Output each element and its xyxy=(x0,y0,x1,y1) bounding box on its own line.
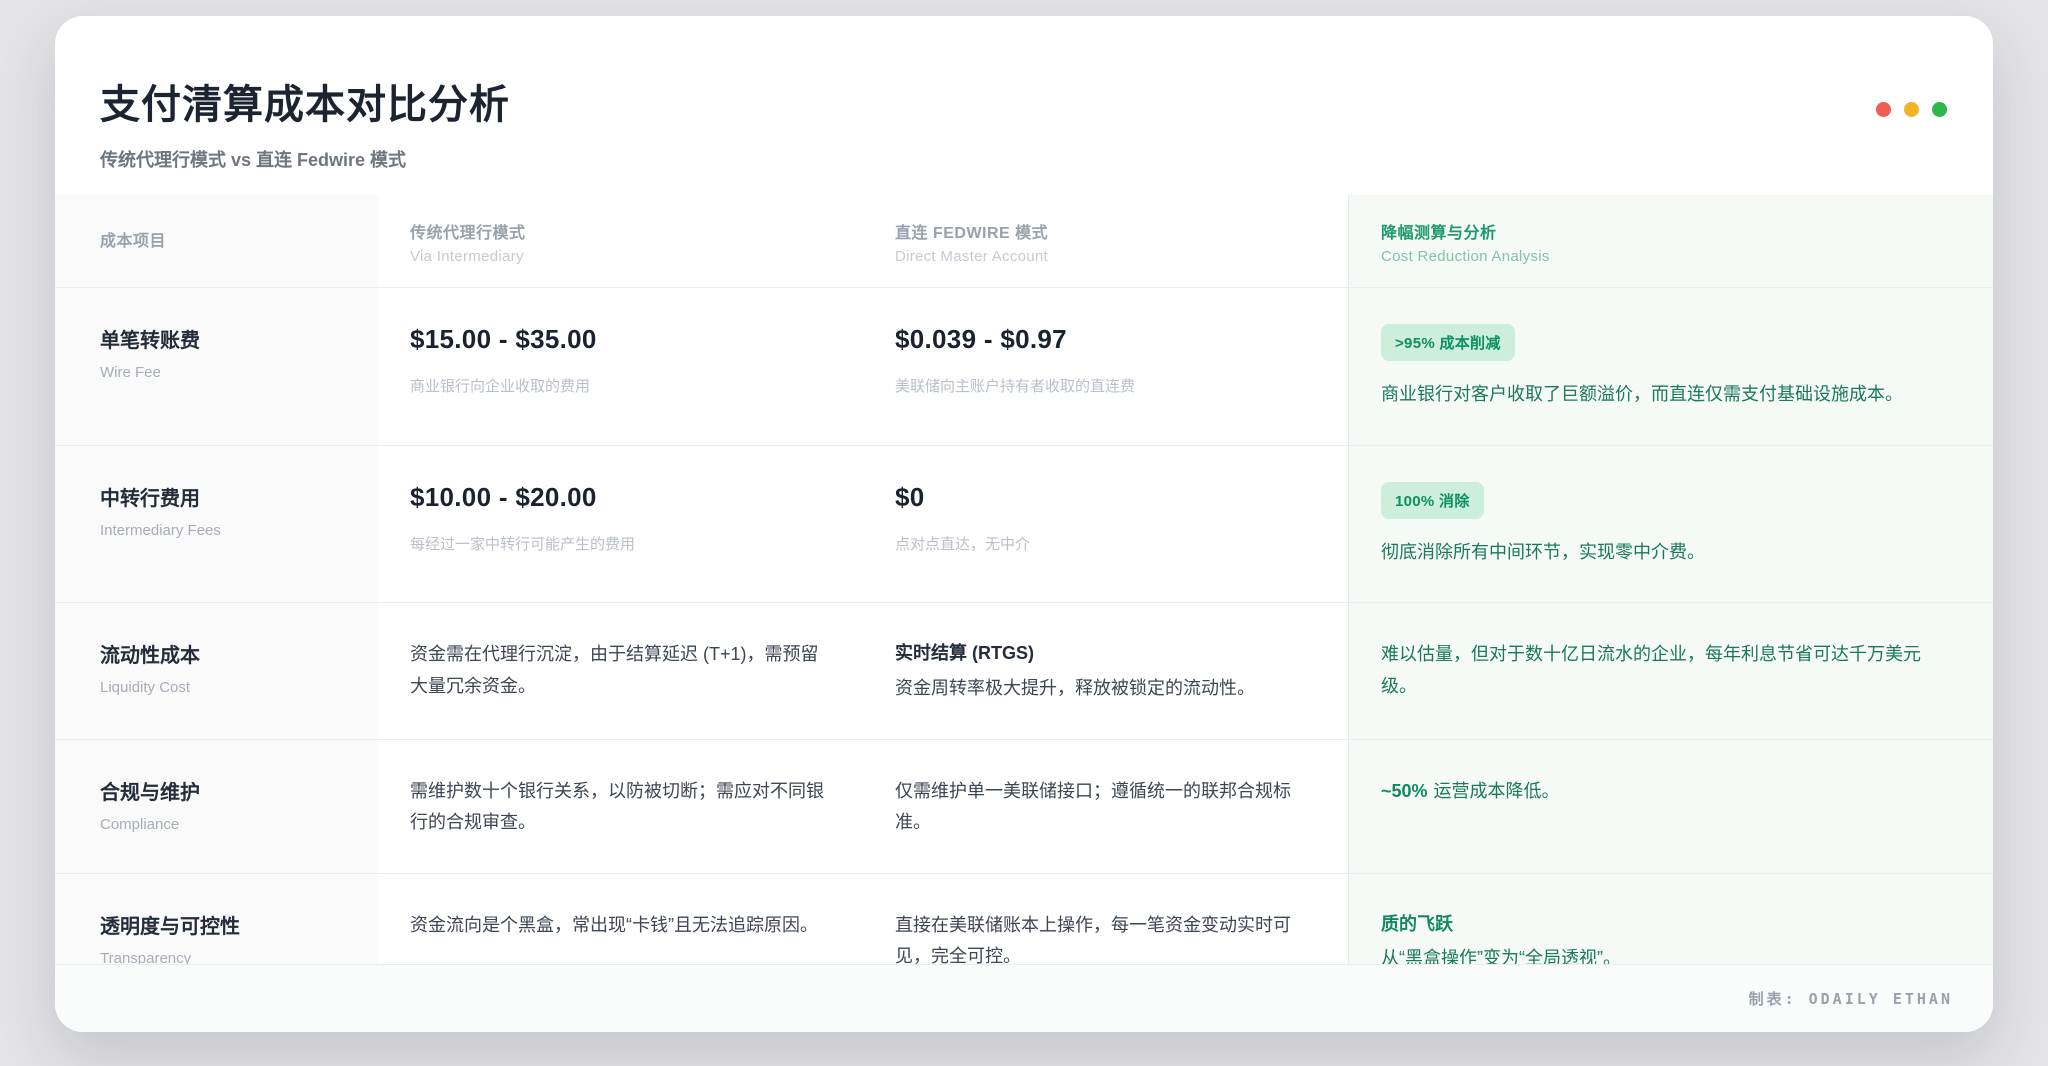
comparison-table: 成本项目 传统代理行模式 Via Intermediary 直连 FEDWIRE… xyxy=(55,195,1993,1009)
row-label-cell: 中转行费用 Intermediary Fees xyxy=(55,446,378,603)
row-sublabel: Liquidity Cost xyxy=(100,679,354,696)
row-label: 合规与维护 xyxy=(100,776,354,805)
row-sublabel: Compliance xyxy=(100,816,354,833)
analysis-cell: 100% 消除 彻底消除所有中间环节，实现零中介费。 xyxy=(1348,446,1993,603)
card-header: 支付清算成本对比分析 传统代理行模式 vs 直连 Fedwire 模式 xyxy=(55,16,1993,195)
column-header-sublabel: Via Intermediary xyxy=(410,248,831,265)
close-icon[interactable] xyxy=(1876,102,1891,117)
analysis-cell: 难以估量，但对于数十亿日流水的企业，每年利息节省可达千万美元级。 xyxy=(1348,603,1993,739)
cost-value: $10.00 - $20.00 xyxy=(410,482,831,513)
reduction-badge: 100% 消除 xyxy=(1381,482,1484,519)
cell-text: 资金流向是个黑盒，常出现“卡钱”且无法追踪原因。 xyxy=(410,910,831,942)
table-row: 中转行费用 Intermediary Fees $10.00 - $20.00 … xyxy=(55,446,1993,604)
analysis-cell: >95% 成本削减 商业银行对客户收取了巨额溢价，而直连仅需支付基础设施成本。 xyxy=(1348,288,1993,445)
row-sublabel: Wire Fee xyxy=(100,364,354,381)
credit-text: 制表: ODAILY ETHAN xyxy=(1749,988,1953,1009)
table-row: 合规与维护 Compliance 需维护数十个银行关系，以防被切断；需应对不同银… xyxy=(55,740,1993,874)
direct-cell: $0 点对点直达，无中介 xyxy=(863,446,1348,603)
row-label-cell: 合规与维护 Compliance xyxy=(55,740,378,873)
row-label-cell: 流动性成本 Liquidity Cost xyxy=(55,603,378,739)
analysis-text: ~50% 运营成本降低。 xyxy=(1381,776,1949,808)
column-header-sublabel: Cost Reduction Analysis xyxy=(1381,248,1949,265)
minimize-icon[interactable] xyxy=(1904,102,1919,117)
analysis-lead: ~50% xyxy=(1381,781,1428,801)
traditional-cell: $10.00 - $20.00 每经过一家中转行可能产生的费用 xyxy=(378,446,863,603)
column-header-item: 成本项目 xyxy=(55,195,378,287)
traditional-cell: 资金需在代理行沉淀，由于结算延迟 (T+1)，需预留大量冗余资金。 xyxy=(378,603,863,739)
direct-cell: 仅需维护单一美联储接口；遵循统一的联邦合规标准。 xyxy=(863,740,1348,873)
column-header-label: 直连 FEDWIRE 模式 xyxy=(895,219,1316,243)
direct-cell: 实时结算 (RTGS) 资金周转率极大提升，释放被锁定的流动性。 xyxy=(863,603,1348,739)
traditional-cell: 需维护数十个银行关系，以防被切断；需应对不同银行的合规审查。 xyxy=(378,740,863,873)
cost-description: 美联储向主账户持有者收取的直连费 xyxy=(895,375,1316,396)
row-label: 单笔转账费 xyxy=(100,324,354,353)
analysis-lead: 质的飞跃 xyxy=(1381,910,1949,936)
cost-value: $0.039 - $0.97 xyxy=(895,324,1316,355)
column-header-direct: 直连 FEDWIRE 模式 Direct Master Account xyxy=(863,195,1348,287)
cost-description: 商业银行向企业收取的费用 xyxy=(410,375,831,396)
window-controls xyxy=(1876,102,1947,117)
column-header-traditional: 传统代理行模式 Via Intermediary xyxy=(378,195,863,287)
column-header-sublabel: Direct Master Account xyxy=(895,248,1316,265)
column-header-label: 降幅测算与分析 xyxy=(1381,219,1949,243)
page-title: 支付清算成本对比分析 xyxy=(100,72,1945,130)
zoom-icon[interactable] xyxy=(1932,102,1947,117)
page-subtitle: 传统代理行模式 vs 直连 Fedwire 模式 xyxy=(100,146,1945,172)
row-label: 中转行费用 xyxy=(100,482,354,511)
table-header-row: 成本项目 传统代理行模式 Via Intermediary 直连 FEDWIRE… xyxy=(55,195,1993,288)
card-footer: 制表: ODAILY ETHAN xyxy=(55,964,1993,1032)
row-label: 流动性成本 xyxy=(100,639,354,668)
analysis-text-body: 运营成本降低。 xyxy=(1434,781,1560,801)
reduction-badge: >95% 成本削减 xyxy=(1381,324,1515,361)
analysis-cell: ~50% 运营成本降低。 xyxy=(1348,740,1993,873)
cell-text: 需维护数十个银行关系，以防被切断；需应对不同银行的合规审查。 xyxy=(410,776,831,839)
table-row: 流动性成本 Liquidity Cost 资金需在代理行沉淀，由于结算延迟 (T… xyxy=(55,603,1993,740)
traditional-cell: $15.00 - $35.00 商业银行向企业收取的费用 xyxy=(378,288,863,445)
cell-text: 资金需在代理行沉淀，由于结算延迟 (T+1)，需预留大量冗余资金。 xyxy=(410,639,831,702)
comparison-card: 支付清算成本对比分析 传统代理行模式 vs 直连 Fedwire 模式 成本项目… xyxy=(55,16,1993,1032)
cost-value: $15.00 - $35.00 xyxy=(410,324,831,355)
column-header-label: 传统代理行模式 xyxy=(410,219,831,243)
row-label: 透明度与可控性 xyxy=(100,910,354,939)
row-sublabel: Intermediary Fees xyxy=(100,522,354,539)
analysis-text: 彻底消除所有中间环节，实现零中介费。 xyxy=(1381,537,1949,569)
cost-description: 每经过一家中转行可能产生的费用 xyxy=(410,533,831,554)
column-header-analysis: 降幅测算与分析 Cost Reduction Analysis xyxy=(1348,195,1993,287)
direct-cell: $0.039 - $0.97 美联储向主账户持有者收取的直连费 xyxy=(863,288,1348,445)
cost-value: $0 xyxy=(895,482,1316,513)
cell-lead: 实时结算 (RTGS) xyxy=(895,639,1316,665)
analysis-text: 难以估量，但对于数十亿日流水的企业，每年利息节省可达千万美元级。 xyxy=(1381,639,1949,702)
cost-description: 点对点直达，无中介 xyxy=(895,533,1316,554)
column-header-label: 成本项目 xyxy=(100,227,354,251)
row-label-cell: 单笔转账费 Wire Fee xyxy=(55,288,378,445)
analysis-text: 商业银行对客户收取了巨额溢价，而直连仅需支付基础设施成本。 xyxy=(1381,379,1949,411)
table-row: 单笔转账费 Wire Fee $15.00 - $35.00 商业银行向企业收取… xyxy=(55,288,1993,446)
cell-text: 仅需维护单一美联储接口；遵循统一的联邦合规标准。 xyxy=(895,776,1316,839)
cell-text: 资金周转率极大提升，释放被锁定的流动性。 xyxy=(895,673,1316,705)
